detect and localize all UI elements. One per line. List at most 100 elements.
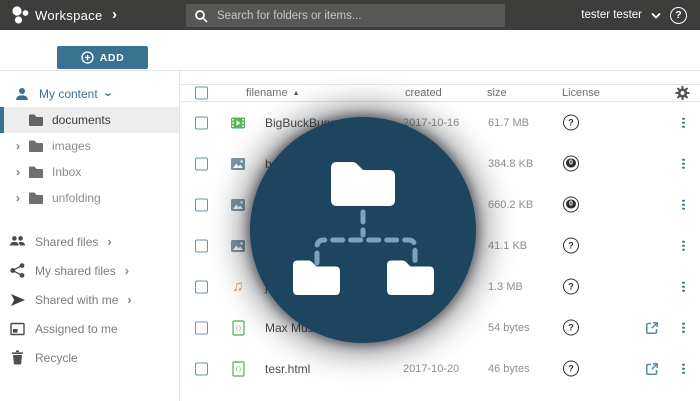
sidebar-folder-images[interactable]: › images <box>0 133 179 159</box>
row-menu-icon[interactable] <box>682 117 685 128</box>
sidebar-item-shared-with-me[interactable]: Shared with me› <box>0 285 179 314</box>
user-menu[interactable]: tester tester <box>581 9 642 21</box>
folder-tree: documents›images›Inbox›unfolding <box>0 107 179 211</box>
help-icon[interactable]: ? <box>670 7 687 24</box>
folder-icon <box>28 139 44 153</box>
sidebar-folder-documents[interactable]: documents <box>0 107 179 133</box>
open-external-icon[interactable] <box>645 321 659 335</box>
sidebar-item-my-shared-files[interactable]: My shared files › <box>0 256 179 285</box>
license-cell: ? <box>563 278 580 295</box>
open-external-icon[interactable] <box>645 362 659 376</box>
folder-icon <box>28 165 44 179</box>
chevron-right-icon[interactable]: › <box>16 191 20 205</box>
row-menu-icon[interactable] <box>682 199 685 210</box>
row-checkbox[interactable] <box>195 239 208 252</box>
music-note-icon: ♫ <box>230 279 246 295</box>
send-icon <box>9 293 26 307</box>
gear-icon[interactable] <box>675 86 690 101</box>
created-cell: 2017-10-20 <box>403 363 459 375</box>
chevron-right-icon: › <box>125 264 129 277</box>
search-input[interactable]: Search for folders or items... <box>186 4 505 27</box>
select-all-checkbox[interactable] <box>195 87 208 100</box>
row-checkbox[interactable] <box>195 280 208 293</box>
table-header-row: filename▲ created size License <box>181 84 700 102</box>
row-checkbox[interactable] <box>195 116 208 129</box>
sidebar: My content › documents›images›Inbox›unfo… <box>0 71 180 401</box>
row-menu-icon[interactable] <box>682 240 685 251</box>
row-checkbox[interactable] <box>195 321 208 334</box>
filename-cell[interactable]: tesr.html <box>265 362 310 376</box>
sidebar-item-my-content[interactable]: My content › <box>0 81 179 107</box>
search-icon <box>194 9 208 23</box>
app-logo-icon[interactable] <box>10 5 32 25</box>
sidebar-item-label: Shared with me <box>35 293 118 307</box>
sidebar-item-shared-files[interactable]: Shared files› <box>0 227 179 256</box>
people-icon <box>9 234 26 249</box>
size-cell: 41.1 KB <box>488 240 527 252</box>
license-unknown-icon[interactable]: ? <box>563 114 579 130</box>
license-cc0-icon[interactable]: 0 <box>563 155 579 171</box>
add-button-label: ADD <box>100 52 125 64</box>
license-cell: 0 <box>563 155 580 172</box>
table-row[interactable]: () tesr.html 2017-10-20 46 bytes? <box>181 348 700 389</box>
sidebar-item-label: Recycle <box>35 351 78 365</box>
chevron-right-icon[interactable]: › <box>16 139 20 153</box>
person-icon <box>14 86 30 102</box>
connector-dashed-lines <box>317 212 415 263</box>
child-folder-left-icon <box>293 261 340 296</box>
video-file-icon <box>230 115 246 131</box>
sidebar-folder-Inbox[interactable]: ›Inbox <box>0 159 179 185</box>
search-placeholder: Search for folders or items... <box>217 10 361 22</box>
html-file-icon: () <box>230 361 246 377</box>
sidebar-item-label: My content <box>39 87 98 101</box>
license-unknown-icon[interactable]: ? <box>563 360 579 376</box>
app-title[interactable]: Workspace <box>35 0 102 30</box>
column-header-license[interactable]: License <box>562 87 600 99</box>
sidebar-item-recycle[interactable]: Recycle <box>0 343 179 372</box>
row-menu-icon[interactable] <box>682 158 685 169</box>
size-cell: 660.2 KB <box>488 199 533 211</box>
license-cell: ? <box>563 319 580 336</box>
svg-text:(): () <box>235 365 241 373</box>
column-header-filename[interactable]: filename▲ <box>246 87 300 99</box>
sort-asc-icon: ▲ <box>293 90 300 97</box>
toolbar: ADD My content › documents <box>0 30 700 71</box>
sidebar-item-assigned-to-me[interactable]: Assigned to me <box>0 314 179 343</box>
user-chevron-down-icon[interactable] <box>651 12 661 19</box>
chevron-right-icon: › <box>107 235 111 248</box>
column-header-created[interactable]: created <box>405 87 442 99</box>
sidebar-item-label: Assigned to me <box>35 322 118 336</box>
row-checkbox[interactable] <box>195 157 208 170</box>
license-cell: ? <box>563 237 580 254</box>
share-icon <box>9 263 26 278</box>
sidebar-item-label: My shared files <box>35 264 116 278</box>
workspace-app: Workspace › Search for folders or items.… <box>0 0 700 401</box>
license-unknown-icon[interactable]: ? <box>563 319 579 335</box>
music-note-icon: ♫ <box>232 278 243 295</box>
table-row[interactable]: ? <box>181 389 700 401</box>
chevron-right-icon[interactable]: › <box>16 165 20 179</box>
license-unknown-icon[interactable]: ? <box>563 278 579 294</box>
row-menu-icon[interactable] <box>682 363 685 374</box>
sidebar-folder-unfolding[interactable]: › unfolding <box>0 185 179 211</box>
row-checkbox[interactable] <box>195 362 208 375</box>
title-chevron-icon[interactable]: › <box>112 0 117 29</box>
row-menu-icon[interactable] <box>682 322 685 333</box>
row-checkbox[interactable] <box>195 198 208 211</box>
top-bar: Workspace › Search for folders or items.… <box>0 0 700 30</box>
folder-icon <box>28 191 44 205</box>
folder-icon <box>28 113 44 127</box>
add-button[interactable]: ADD <box>57 46 148 69</box>
row-menu-icon[interactable] <box>682 281 685 292</box>
image-file-icon <box>230 156 246 172</box>
svg-text:(): () <box>235 324 241 332</box>
size-cell: 46 bytes <box>488 363 530 375</box>
column-header-size[interactable]: size <box>487 87 507 99</box>
image-file-icon <box>230 197 246 213</box>
license-cell: 0 <box>563 196 580 213</box>
sidebar-folder-label: unfolding <box>52 191 101 205</box>
license-unknown-icon[interactable]: ? <box>563 237 579 253</box>
sidebar-folder-label: images <box>52 139 91 153</box>
license-cc0-icon[interactable]: 0 <box>563 196 579 212</box>
size-cell: 384.8 KB <box>488 158 533 170</box>
